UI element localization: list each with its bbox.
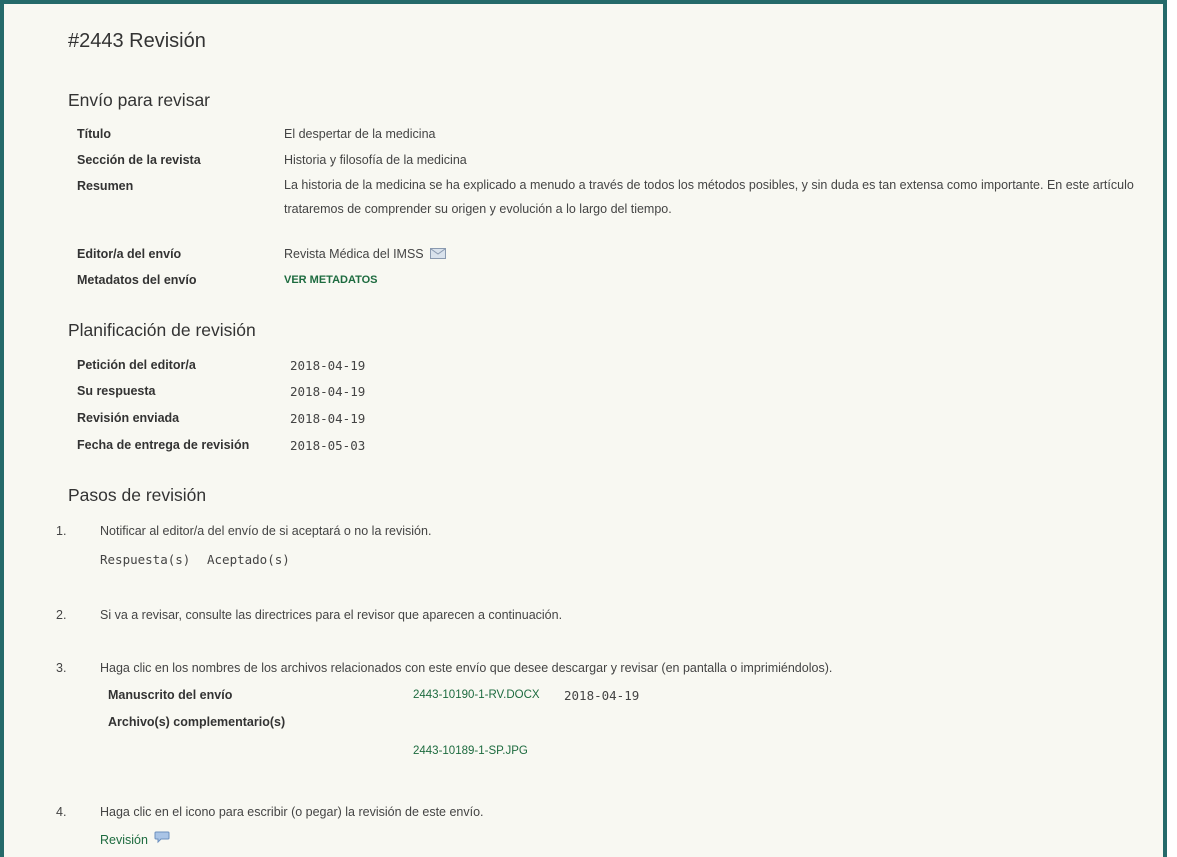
step-3-number: 3.: [56, 661, 67, 675]
schedule-value-submitted: 2018-04-19: [290, 411, 366, 426]
page-title: #2443 Revisión: [68, 30, 206, 52]
envelope-icon[interactable]: [430, 247, 447, 262]
manuscript-label: Manuscrito del envío: [108, 688, 233, 702]
title-label: Título: [77, 127, 112, 141]
section-value: Historia y filosofía de la medicina: [284, 153, 467, 167]
schedule-heading: Planificación de revisión: [68, 320, 256, 340]
step-4-number: 4.: [56, 805, 67, 819]
review-link-label: Revisión: [100, 833, 148, 848]
step-2-text: Si va a revisar, consulte las directrice…: [100, 608, 563, 622]
title-value: El despertar de la medicina: [284, 127, 436, 141]
abstract-label: Resumen: [77, 179, 134, 193]
editor-label: Editor/a del envío: [77, 247, 182, 261]
submission-heading: Envío para revisar: [68, 90, 211, 110]
schedule-label-submitted: Revisión enviada: [77, 411, 180, 425]
step-1-response-value: Aceptado(s): [207, 552, 290, 567]
supplementary-label: Archivo(s) complementario(s): [108, 715, 286, 729]
schedule-value-response: 2018-04-19: [290, 384, 366, 399]
manuscript-file-link[interactable]: 2443-10190-1-RV.DOCX: [413, 689, 540, 701]
schedule-value-request: 2018-04-19: [290, 358, 366, 373]
schedule-label-request: Petición del editor/a: [77, 358, 196, 372]
step-4-text: Haga clic en el icono para escribir (o p…: [100, 805, 484, 819]
schedule-value-due: 2018-05-03: [290, 438, 366, 453]
steps-heading: Pasos de revisión: [68, 485, 207, 505]
speech-bubble-icon[interactable]: [154, 831, 170, 849]
schedule-label-due: Fecha de entrega de revisión: [77, 438, 250, 452]
page-frame: #2443 Revisión Envío para revisar Título…: [0, 0, 1167, 857]
step-3-text: Haga clic en los nombres de los archivos…: [100, 661, 833, 675]
review-link[interactable]: Revisión: [100, 831, 170, 849]
step-2-number: 2.: [56, 608, 67, 622]
step-1-response-label: Respuesta(s): [100, 552, 191, 567]
schedule-label-response: Su respuesta: [77, 384, 156, 398]
step-1-number: 1.: [56, 524, 67, 538]
step-1-text: Notificar al editor/a del envío de si ac…: [100, 524, 432, 538]
metadata-label: Metadatos del envío: [77, 273, 197, 287]
editor-value: Revista Médica del IMSS: [284, 247, 447, 262]
abstract-value: La historia de la medicina se ha explica…: [284, 178, 1134, 216]
supplementary-file-link[interactable]: 2443-10189-1-SP.JPG: [413, 745, 528, 757]
view-metadata-link[interactable]: VER METADATOS: [284, 274, 378, 286]
manuscript-date: 2018-04-19: [564, 688, 640, 703]
section-label: Sección de la revista: [77, 153, 201, 167]
editor-name: Revista Médica del IMSS: [284, 247, 424, 261]
